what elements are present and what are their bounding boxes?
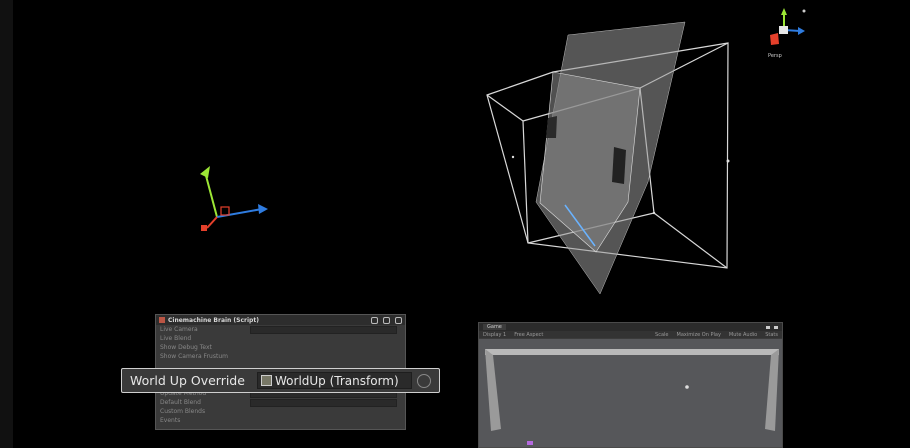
help-icon[interactable] (371, 316, 378, 324)
inspector-row[interactable]: Show Camera Frustum (156, 352, 405, 361)
gizmo-z-arrow[interactable] (258, 204, 268, 214)
tab-game[interactable]: Game (483, 324, 506, 330)
player-marker (527, 441, 533, 445)
world-up-override-row[interactable]: World Up Override WorldUp (Transform) (121, 368, 440, 393)
object-picker-icon[interactable] (417, 373, 431, 388)
gizmo-y-axis[interactable] (204, 171, 218, 218)
inspector-row[interactable]: Custom Blends (156, 407, 405, 416)
frustum-handle[interactable] (652, 211, 656, 215)
left-shadow-block (546, 116, 557, 138)
frustum-edge (486, 94, 524, 122)
inspector-row[interactable]: Default Blend (156, 398, 405, 407)
window-maximize-icon[interactable] (774, 325, 778, 329)
row-label: Live Blend (160, 335, 192, 342)
orient-label-dot (802, 9, 806, 13)
frustum-edge (522, 120, 529, 244)
right-shadow-block (612, 147, 626, 184)
gizmo-z-axis[interactable] (216, 208, 263, 218)
menu-icon[interactable] (395, 316, 402, 324)
scale-slider[interactable]: Scale (655, 332, 668, 338)
component-title: Cinemachine Brain (Script) (168, 316, 259, 324)
world-up-override-field[interactable]: WorldUp (Transform) (257, 372, 412, 389)
row-label: Live Camera (160, 326, 198, 333)
persp-label[interactable]: Persp (768, 53, 782, 59)
transform-gizmo[interactable] (200, 166, 268, 231)
preset-icon[interactable] (383, 316, 390, 324)
gizmo-y-arrow[interactable] (200, 166, 210, 178)
row-field[interactable] (250, 398, 397, 407)
window-menu-icon[interactable] (766, 325, 770, 329)
inspector-row[interactable]: Show Debug Text (156, 343, 405, 352)
maximize-on-play-toggle[interactable]: Maximize On Play (677, 332, 721, 338)
orient-x-cone[interactable] (770, 33, 779, 45)
game-tab-bar: Game (479, 323, 782, 331)
row-label: Default Blend (160, 399, 201, 406)
row-label: Events (160, 417, 181, 424)
aspect-dropdown[interactable]: Free Aspect (514, 332, 543, 338)
transform-icon (261, 375, 272, 386)
orientation-gizmo[interactable] (770, 8, 806, 45)
gizmo-plane-handle[interactable] (220, 206, 230, 216)
row-field[interactable] (250, 325, 397, 334)
game-viewport[interactable] (479, 339, 782, 447)
orient-y-cone[interactable] (781, 8, 787, 15)
game-window: Game Display 1 Free Aspect Scale Maximiz… (478, 322, 783, 448)
orient-center-cube[interactable] (779, 26, 788, 34)
back-wall (485, 349, 779, 355)
game-object (685, 385, 689, 389)
frustum-handle[interactable] (726, 159, 730, 163)
mute-audio-toggle[interactable]: Mute Audio (729, 332, 757, 338)
game-render (479, 339, 782, 447)
floor (479, 339, 782, 447)
row-label: Custom Blends (160, 408, 206, 415)
row-label: Show Camera Frustum (160, 353, 228, 360)
world-up-override-label: World Up Override (130, 373, 245, 388)
stats-toggle[interactable]: Stats (765, 332, 778, 338)
frustum-handle[interactable] (511, 155, 515, 159)
inspector-row[interactable]: Live Blend (156, 334, 405, 343)
display-dropdown[interactable]: Display 1 (483, 332, 506, 338)
inspector-row[interactable]: Live Camera (156, 325, 405, 334)
camera-icon (159, 317, 165, 323)
world-up-override-value: WorldUp (Transform) (275, 373, 399, 388)
gizmo-x-arrow[interactable] (201, 225, 207, 231)
component-header[interactable]: Cinemachine Brain (Script) (156, 315, 405, 325)
game-toolbar: Display 1 Free Aspect Scale Maximize On … (479, 331, 782, 338)
gizmo-x-axis[interactable] (206, 216, 218, 229)
orient-z-cone[interactable] (798, 27, 805, 35)
row-label: Show Debug Text (160, 344, 212, 351)
inspector-row[interactable]: Events (156, 416, 405, 425)
